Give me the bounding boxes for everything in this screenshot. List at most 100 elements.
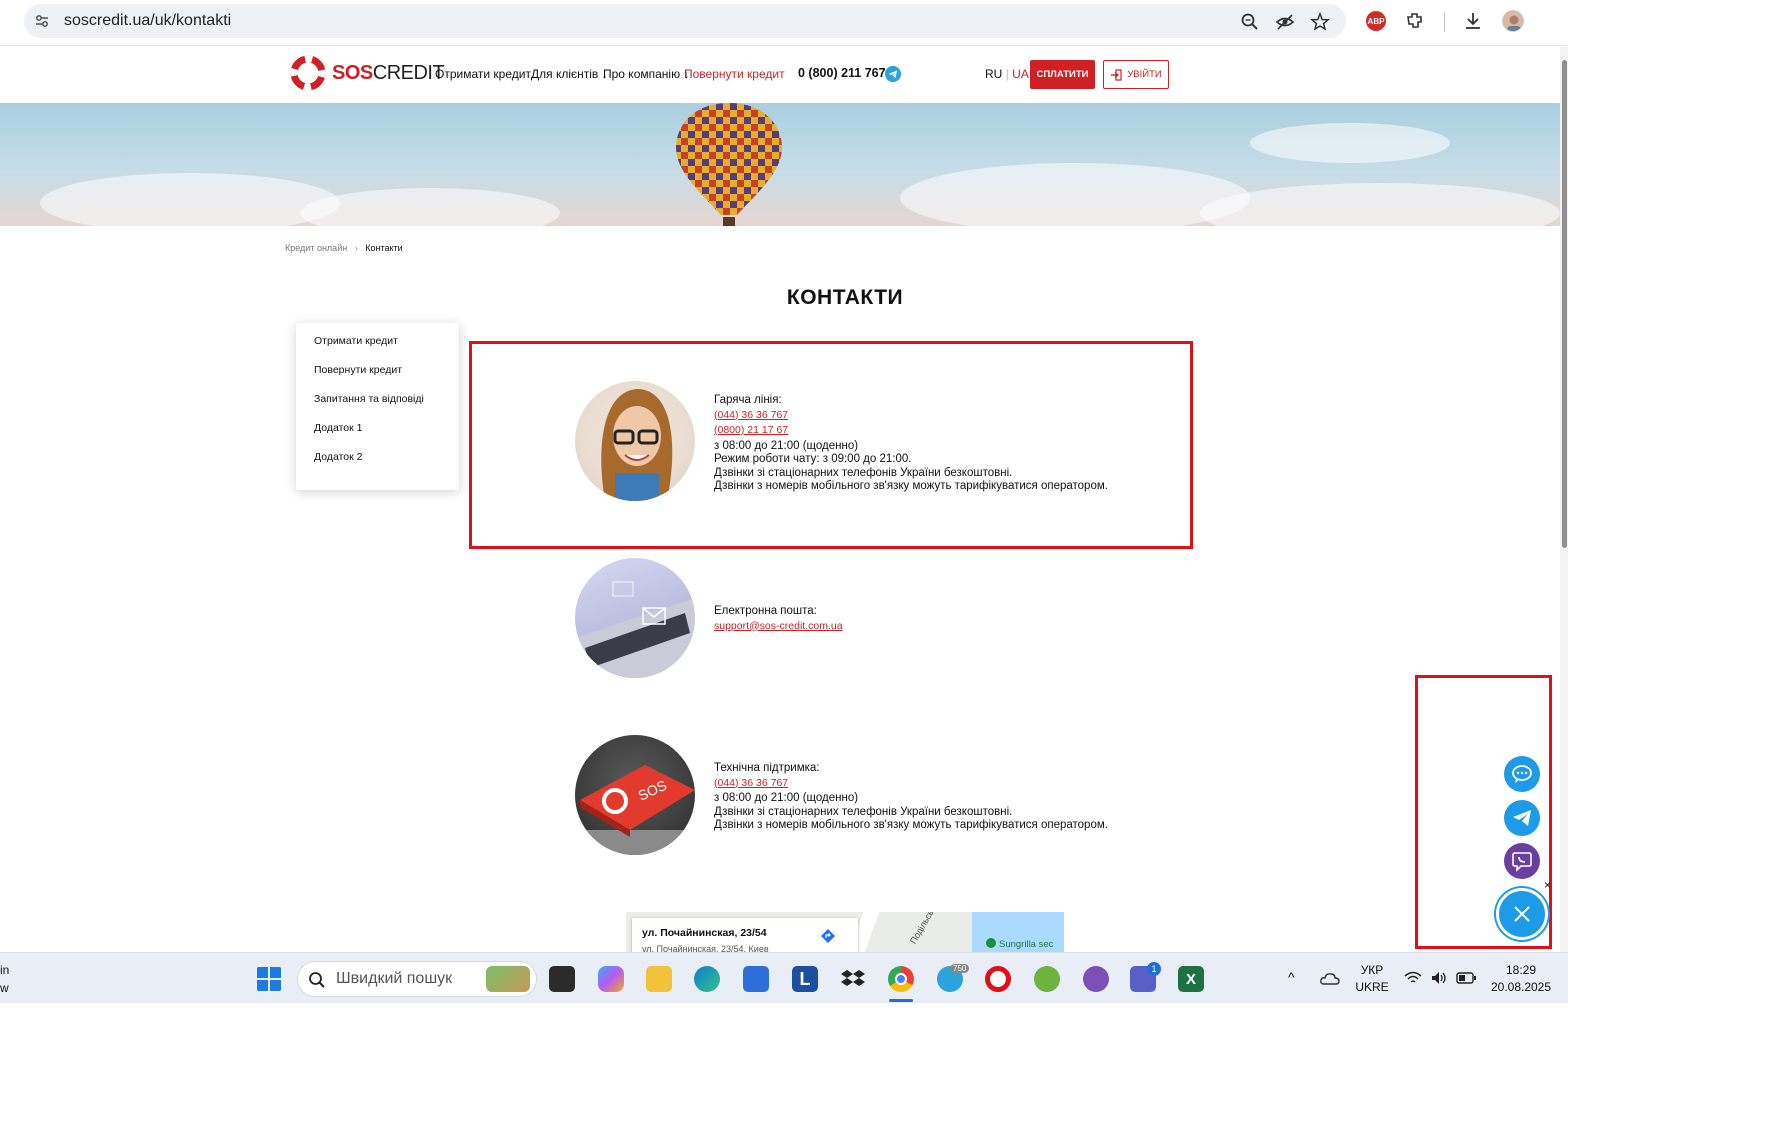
email-block: Електронна пошта: support@sos-credit.com… bbox=[714, 605, 843, 635]
telegram-icon bbox=[1513, 810, 1531, 826]
support-title: Технічна підтримка: bbox=[714, 762, 820, 774]
side-item-return-credit[interactable]: Повернути кредит bbox=[296, 362, 459, 391]
keyboard-language[interactable]: УКР UKRE bbox=[1354, 962, 1390, 996]
address-bar[interactable]: soscredit.ua/uk/kontakti bbox=[24, 4, 1346, 38]
file-explorer-icon[interactable] bbox=[646, 966, 672, 992]
support-phone[interactable]: (044) 36 36 767 bbox=[714, 777, 1108, 791]
bookmark-star-icon[interactable] bbox=[1310, 12, 1330, 32]
toolbar-divider bbox=[1444, 12, 1445, 32]
lang-ua[interactable]: UA bbox=[1012, 67, 1029, 81]
excel-icon[interactable]: X bbox=[1178, 966, 1204, 992]
telegram-fab[interactable] bbox=[1504, 800, 1540, 836]
volume-icon[interactable] bbox=[1430, 970, 1448, 986]
adblock-extension-icon[interactable]: ABP bbox=[1366, 11, 1386, 31]
map-address-title: ул. Почайнинская, 23/54 bbox=[642, 927, 767, 939]
small-close-icon[interactable]: × bbox=[1544, 878, 1551, 892]
map-poi-label: Sungrilla sec bbox=[986, 938, 1062, 950]
page-title: КОНТАКТИ bbox=[786, 286, 904, 309]
chrome-icon[interactable] bbox=[888, 966, 914, 992]
nav-return-credit[interactable]: Повернути кредит bbox=[684, 67, 785, 81]
hotline-phone-1[interactable]: (044) 36 36 767 bbox=[714, 409, 1108, 423]
hotline-hours: з 08:00 до 21:00 (щоденно) bbox=[714, 439, 859, 452]
side-item-appendix-1[interactable]: Додаток 1 bbox=[296, 420, 459, 449]
onedrive-icon[interactable] bbox=[1320, 971, 1340, 985]
site-settings-icon[interactable] bbox=[34, 13, 50, 29]
browser-toolbar: soscredit.ua/uk/kontakti ABP bbox=[0, 0, 1568, 46]
map-pin-icon bbox=[986, 938, 996, 948]
support-hours: з 08:00 до 21:00 (щоденно) bbox=[714, 792, 859, 804]
download-icon[interactable] bbox=[1462, 10, 1484, 32]
extensions-icon[interactable] bbox=[1404, 10, 1426, 32]
breadcrumb-current: Контакти bbox=[365, 243, 403, 253]
hotline-chat-hours: Режим роботи чату: з 09:00 до 21:00. bbox=[714, 453, 912, 465]
edge-icon[interactable] bbox=[694, 966, 720, 992]
eye-off-icon[interactable] bbox=[1275, 12, 1295, 32]
hotline-block: Гаряча лінія: (044) 36 36 767 (0800) 21 … bbox=[714, 394, 1108, 494]
url-text[interactable]: soscredit.ua/uk/kontakti bbox=[64, 12, 231, 30]
clock[interactable]: 18:29 20.08.2025 bbox=[1486, 962, 1556, 996]
laptop-email-photo bbox=[575, 558, 695, 678]
viber-taskbar-icon[interactable] bbox=[1083, 966, 1109, 992]
soscredit-logo[interactable]: SOSCREDIT bbox=[290, 55, 445, 91]
language-switcher: RU | UA bbox=[985, 67, 1029, 81]
windows-taskbar: in w Швидкий пошук L 750 1 X ^ УКР UKRE 18… bbox=[0, 952, 1568, 1003]
scrollbar-thumb[interactable] bbox=[1562, 60, 1567, 548]
viber-fab[interactable] bbox=[1504, 843, 1540, 879]
breadcrumb: Кредит онлайн › Контакти bbox=[285, 243, 403, 253]
login-button[interactable]: УВІЙТИ bbox=[1103, 60, 1169, 89]
lifebuoy-logo-icon bbox=[290, 55, 326, 91]
battery-icon[interactable] bbox=[1456, 972, 1476, 984]
profile-avatar[interactable] bbox=[1502, 10, 1524, 32]
telegram-badge: 750 bbox=[950, 964, 970, 973]
hotline-landline-note: Дзвінки зі стаціонарних телефонів Україн… bbox=[714, 466, 1013, 479]
close-icon bbox=[1514, 906, 1530, 922]
chat-fab[interactable] bbox=[1504, 756, 1540, 792]
directions-icon[interactable] bbox=[820, 928, 836, 944]
header-phone[interactable]: 0 (800) 211 767 bbox=[798, 66, 886, 80]
hotline-phone-2[interactable]: (0800) 21 17 67 bbox=[714, 424, 1108, 438]
pay-button[interactable]: СПЛАТИТИ bbox=[1030, 60, 1095, 89]
hot-air-balloon-image bbox=[676, 103, 782, 226]
search-icon bbox=[309, 972, 325, 988]
side-item-faq[interactable]: Запитання та відповіді bbox=[296, 391, 459, 420]
nav-about[interactable]: Про компанію ↓ bbox=[603, 67, 689, 81]
tray-chevron-up-icon[interactable]: ^ bbox=[1288, 969, 1295, 985]
sos-key-photo: SOS bbox=[575, 735, 695, 855]
wifi-icon[interactable] bbox=[1404, 971, 1422, 985]
search-placeholder: Швидкий пошук bbox=[336, 970, 453, 987]
windows-start-icon[interactable] bbox=[256, 966, 282, 992]
telegram-icon[interactable] bbox=[885, 66, 901, 82]
site-header: SOSCREDIT Отримати кредит Для клієнтів ↓… bbox=[0, 47, 1560, 103]
dropbox-icon[interactable] bbox=[840, 966, 866, 992]
email-title: Електронна пошта: bbox=[714, 605, 817, 617]
hotline-mobile-note: Дзвінки з номерів мобільного зв'язку мож… bbox=[714, 480, 1108, 492]
hero-banner bbox=[0, 103, 1560, 226]
task-view-icon[interactable] bbox=[549, 966, 575, 992]
side-item-appendix-2[interactable]: Додаток 2 bbox=[296, 449, 459, 478]
store-icon[interactable] bbox=[743, 966, 769, 992]
search-highlight-image bbox=[486, 966, 530, 992]
opera-icon[interactable] bbox=[985, 966, 1011, 992]
support-landline-note: Дзвінки зі стаціонарних телефонів Україн… bbox=[714, 805, 1013, 818]
copilot-icon[interactable] bbox=[598, 966, 624, 992]
map-embed[interactable]: ул. Почайнинская, 23/54 ул. Почайнинская… bbox=[626, 912, 1064, 952]
operator-photo bbox=[575, 381, 695, 501]
taskbar-left-text: in w bbox=[0, 963, 10, 995]
side-item-get-credit[interactable]: Отримати кредит bbox=[296, 333, 459, 362]
lang-ru[interactable]: RU bbox=[985, 67, 1002, 81]
l-app-icon[interactable]: L bbox=[792, 966, 818, 992]
logo-wordmark: SOSCREDIT bbox=[332, 61, 445, 84]
zoom-icon[interactable] bbox=[1240, 12, 1260, 32]
taskbar-search[interactable]: Швидкий пошук bbox=[297, 961, 537, 997]
map-address-card: ул. Почайнинская, 23/54 ул. Почайнинская… bbox=[632, 918, 858, 952]
breadcrumb-home[interactable]: Кредит онлайн bbox=[285, 243, 347, 253]
support-block: Технічна підтримка: (044) 36 36 767 з 08… bbox=[714, 762, 1108, 833]
nav-get-credit[interactable]: Отримати кредит bbox=[435, 67, 531, 81]
nav-for-clients[interactable]: Для клієнтів ↓ bbox=[531, 67, 608, 81]
utorrent-icon[interactable] bbox=[1034, 966, 1060, 992]
map-address-sub: ул. Почайнинская, 23/54, Киев bbox=[642, 944, 769, 952]
email-link[interactable]: support@sos-credit.com.ua bbox=[714, 620, 843, 634]
hotline-title: Гаряча лінія: bbox=[714, 394, 782, 406]
close-fab[interactable] bbox=[1496, 888, 1548, 940]
viber-icon bbox=[1512, 852, 1532, 872]
